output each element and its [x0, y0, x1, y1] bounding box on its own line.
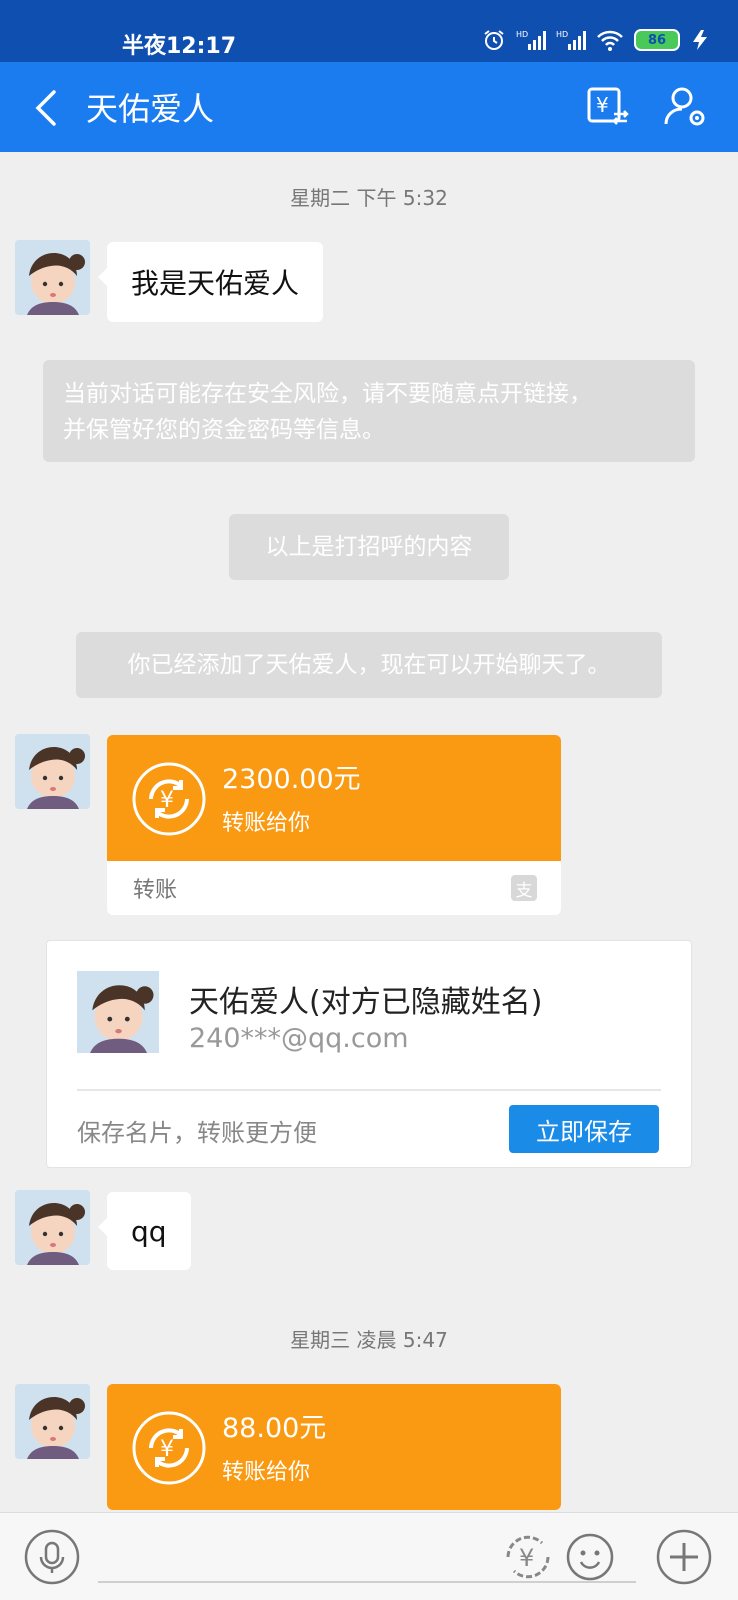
voice-input-icon[interactable] — [24, 1529, 80, 1585]
contact-name: 天佑爱人(对方已隐藏姓名) — [189, 985, 543, 1020]
transfer-description: 转账给你 — [222, 811, 311, 836]
transfer-message[interactable]: ¥ 2300.00元 转账给你 转账 支 — [107, 735, 561, 915]
timestamp-divider: 星期二 下午 5:32 — [290, 186, 448, 210]
transfer-body: ¥ 2300.00元 转账给你 — [107, 735, 561, 861]
signal-hd-icon: HD — [516, 30, 546, 50]
avatar[interactable] — [15, 734, 90, 809]
charging-icon — [693, 30, 707, 50]
transfer-description: 转账给你 — [222, 1460, 311, 1485]
money-transfer-icon: ¥ — [132, 1411, 206, 1485]
avatar[interactable] — [15, 240, 90, 315]
contact-avatar — [77, 971, 159, 1053]
status-icons: HD HD 86 — [482, 28, 710, 52]
message-text: 我是天佑爱人 — [131, 267, 300, 300]
svg-text:HD: HD — [516, 30, 528, 39]
back-chevron-icon[interactable] — [28, 86, 68, 130]
svg-text:HD: HD — [556, 30, 568, 39]
svg-text:¥: ¥ — [519, 1544, 534, 1572]
svg-text:¥: ¥ — [160, 1437, 174, 1462]
contact-email: 240***@qq.com — [189, 1023, 409, 1054]
transfer-body: ¥ 88.00元 转账给你 — [107, 1384, 561, 1510]
security-notice-line1: 当前对话可能存在安全风险，请不要随意点开链接， — [63, 381, 592, 407]
save-contact-hint: 保存名片，转账更方便 — [77, 1119, 317, 1147]
avatar[interactable] — [15, 1190, 90, 1265]
alarm-icon — [484, 30, 504, 50]
message-text: qq — [131, 1214, 167, 1248]
status-bar: 半夜12:17 HD HD 86 — [0, 0, 738, 62]
avatar[interactable] — [15, 1384, 90, 1459]
wifi-icon — [597, 30, 623, 51]
transfer-amount: 2300.00元 — [222, 764, 361, 795]
contact-card: 天佑爱人(对方已隐藏姓名) 240***@qq.com 保存名片，转账更方便 立… — [46, 940, 692, 1168]
add-plus-icon[interactable] — [656, 1529, 712, 1585]
svg-text:¥: ¥ — [596, 93, 609, 117]
input-bar: ¥ — [0, 1512, 738, 1600]
transfer-amount: 88.00元 — [222, 1413, 327, 1444]
money-transfer-icon: ¥ — [132, 762, 206, 836]
timestamp-divider: 星期三 凌晨 5:47 — [290, 1328, 448, 1352]
greeting-notice: 以上是打招呼的内容 — [229, 514, 509, 580]
profile-settings-icon[interactable] — [664, 84, 708, 128]
status-time: 半夜12:17 — [122, 34, 237, 59]
message-bubble[interactable]: 我是天佑爱人 — [97, 242, 324, 322]
battery-icon: 86 — [634, 29, 680, 51]
transfer-footer: 转账 支 — [107, 861, 561, 915]
save-contact-button[interactable]: 立即保存 — [509, 1105, 659, 1153]
transfer-icon[interactable]: ¥ — [586, 84, 630, 128]
security-notice-line2: 并保管好您的资金密码等信息。 — [63, 417, 385, 443]
signal-hd-icon: HD — [556, 30, 586, 50]
svg-text:¥: ¥ — [160, 788, 174, 813]
chat-header: 天佑爱人 ¥ — [0, 62, 738, 152]
transfer-yuan-icon[interactable]: ¥ — [500, 1529, 556, 1585]
transfer-footer-label: 转账 — [133, 878, 178, 903]
message-bubble[interactable]: qq — [98, 1192, 191, 1270]
transfer-message[interactable]: ¥ 88.00元 转账给你 — [107, 1384, 561, 1510]
friend-added-notice: 你已经添加了天佑爱人，现在可以开始聊天了。 — [76, 632, 662, 698]
security-notice: 当前对话可能存在安全风险，请不要随意点开链接， 并保管好您的资金密码等信息。 — [43, 360, 695, 462]
divider — [77, 1089, 661, 1091]
alipay-icon: 支 — [511, 875, 537, 901]
page-title: 天佑爱人 — [86, 90, 215, 128]
emoji-icon[interactable] — [562, 1529, 618, 1585]
